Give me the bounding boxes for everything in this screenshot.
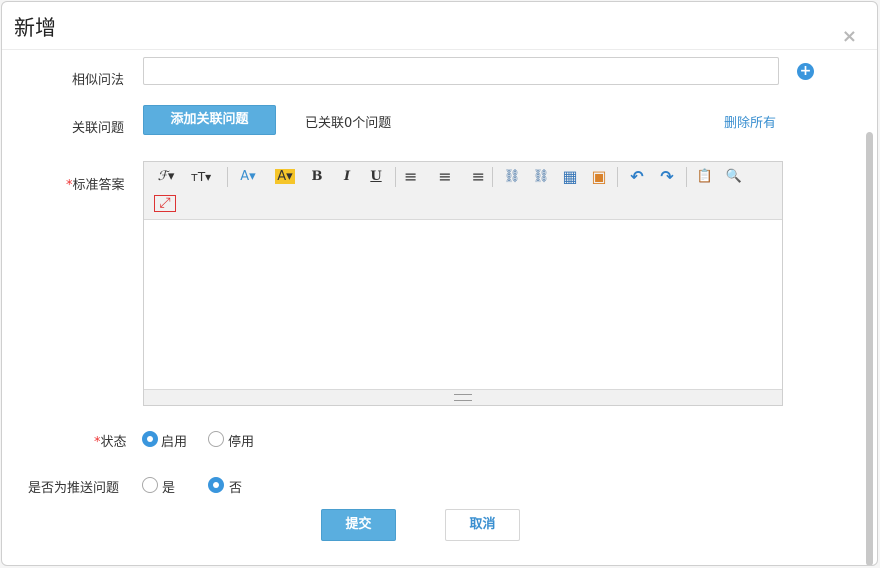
toolbar-separator <box>617 167 618 187</box>
status-label: *状态 <box>94 431 127 450</box>
font-size-icon[interactable]: ᴛT▾ <box>188 167 214 187</box>
add-dialog: 新增 × 相似问法 + 关联问题 添加关联问题 已关联0个问题 删除所有 *标准… <box>1 1 878 566</box>
standard-answer-label-text: 标准答案 <box>72 178 125 193</box>
title-divider <box>2 49 877 50</box>
bold-icon[interactable]: B <box>307 167 327 187</box>
toolbar-separator <box>492 167 493 187</box>
push-no-label[interactable]: 否 <box>229 477 242 496</box>
close-icon[interactable]: × <box>842 28 857 46</box>
plus-circle-icon[interactable]: + <box>797 63 814 80</box>
undo-icon[interactable]: ↶ <box>626 167 648 187</box>
align-center-icon[interactable]: ≡ <box>434 167 456 187</box>
toolbar-separator <box>227 167 228 187</box>
toolbar-separator <box>686 167 687 187</box>
standard-answer-label: *标准答案 <box>66 174 125 193</box>
redo-icon[interactable]: ↷ <box>656 167 678 187</box>
link-icon[interactable]: ⛓ <box>501 167 523 187</box>
similar-question-label: 相似问法 <box>72 73 125 88</box>
underline-icon[interactable]: U <box>366 167 386 187</box>
delete-all-link[interactable]: 删除所有 <box>724 112 776 131</box>
fullscreen-icon[interactable]: ⤢ <box>154 195 176 212</box>
preview-icon[interactable]: 🔍 <box>723 167 745 187</box>
status-disabled-label[interactable]: 停用 <box>228 431 254 450</box>
image-icon[interactable]: ▣ <box>588 167 610 187</box>
status-label-text: 状态 <box>100 435 127 450</box>
push-yes-radio[interactable] <box>142 477 158 493</box>
table-icon[interactable]: ▦ <box>559 167 581 187</box>
similar-question-input[interactable] <box>143 57 779 85</box>
highlight-color-icon[interactable]: A▾ <box>270 167 300 187</box>
rich-text-editor: ℱ▾ ᴛT▾ A▾ A▾ B I U ≡ ≡ ≡ ⛓ ⛓ ▦ ▣ ↶ ↷ 📋 🔍… <box>143 161 783 406</box>
editor-content-area[interactable] <box>144 221 782 389</box>
italic-icon[interactable]: I <box>337 167 357 187</box>
dialog-title: 新增 <box>14 16 56 40</box>
highlight-swatch: A▾ <box>275 169 295 184</box>
status-enabled-radio[interactable] <box>142 431 158 447</box>
related-count-text: 已关联0个问题 <box>305 116 392 131</box>
related-question-label: 关联问题 <box>72 121 125 136</box>
font-color-icon[interactable]: A▾ <box>236 167 260 187</box>
status-disabled-radio[interactable] <box>208 431 224 447</box>
font-family-icon[interactable]: ℱ▾ <box>154 167 178 187</box>
unlink-icon[interactable]: ⛓ <box>530 167 552 187</box>
paste-text-icon[interactable]: 📋 <box>694 167 716 187</box>
align-right-icon[interactable]: ≡ <box>463 167 485 187</box>
editor-resize-handle[interactable] <box>144 389 782 405</box>
push-question-label: 是否为推送问题 <box>28 481 120 496</box>
align-left-icon[interactable]: ≡ <box>404 167 426 187</box>
add-related-question-button[interactable]: 添加关联问题 <box>143 105 276 135</box>
cancel-button[interactable]: 取消 <box>445 509 520 541</box>
resize-grip-icon <box>454 394 472 401</box>
vertical-scrollbar[interactable] <box>866 132 873 565</box>
push-no-radio[interactable] <box>208 477 224 493</box>
toolbar-separator <box>395 167 396 187</box>
submit-button[interactable]: 提交 <box>321 509 396 541</box>
push-yes-label[interactable]: 是 <box>162 477 175 496</box>
status-enabled-label[interactable]: 启用 <box>161 431 187 450</box>
editor-toolbar: ℱ▾ ᴛT▾ A▾ A▾ B I U ≡ ≡ ≡ ⛓ ⛓ ▦ ▣ ↶ ↷ 📋 🔍… <box>144 162 782 220</box>
